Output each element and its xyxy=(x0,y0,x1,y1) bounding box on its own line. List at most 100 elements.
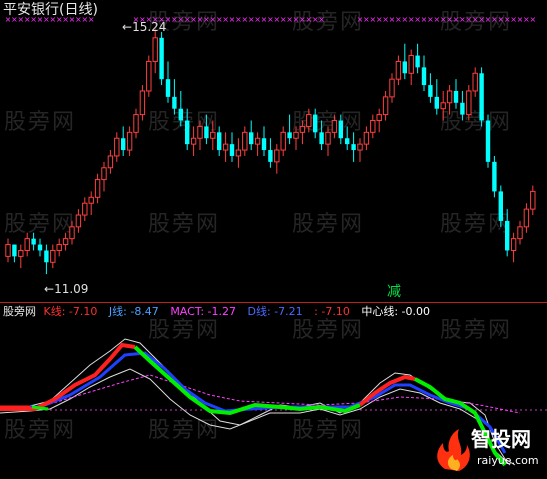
logo-url: raiyue.com xyxy=(477,454,539,467)
candle-body-down xyxy=(172,96,177,109)
candle-body-up xyxy=(357,143,363,151)
candle-body-up xyxy=(235,149,242,157)
indicator-name: 股旁网 xyxy=(3,305,36,318)
legend-j-label: J线 xyxy=(108,305,124,318)
legend-k: K线: -7.10 xyxy=(43,305,98,318)
low-price-label: ←11.09 xyxy=(44,283,88,295)
candle-body-up xyxy=(18,249,24,257)
signal-label: 减 xyxy=(387,284,401,300)
high-price-value: 15.24 xyxy=(132,20,167,34)
candle-body-up xyxy=(197,125,203,139)
candle-body-down xyxy=(415,55,420,68)
candle-body-up xyxy=(62,238,69,246)
legend-k2-value: -7.10 xyxy=(321,305,350,318)
candle-body-up xyxy=(126,131,133,151)
candle-body-down xyxy=(428,85,433,97)
candle-body-down xyxy=(12,244,17,257)
candle-body-down xyxy=(268,150,273,162)
candle-body-down xyxy=(165,79,171,97)
candle-body-up xyxy=(101,167,107,181)
candle-body-up xyxy=(472,72,478,92)
candle-body-down xyxy=(345,138,350,145)
candlestick-chart: × × × × × × × × × × × × × × × × × × × × × × × × × × × × × × × × × × × × × × × ×… xyxy=(5,15,536,275)
legend-j: J线: -8.47 xyxy=(108,305,159,318)
legend-d-label: D线 xyxy=(247,305,267,318)
candle-body-up xyxy=(440,102,446,110)
high-price-marker: ← xyxy=(122,20,133,34)
legend-center: 中心线: -0.00 xyxy=(361,305,430,318)
candle-body-up xyxy=(306,114,312,127)
k-line-falling xyxy=(133,345,361,416)
legend-k-label: K线 xyxy=(43,305,62,318)
candle-body-up xyxy=(293,131,299,139)
candle-body-up xyxy=(331,120,338,133)
candle-body-down xyxy=(485,120,491,162)
candle-body-down xyxy=(287,132,292,139)
legend-k-value: -7.10 xyxy=(68,305,98,318)
logo-brand: 智投网 xyxy=(471,427,531,451)
candle-body-up xyxy=(5,244,11,257)
candle-body-up xyxy=(56,244,62,251)
candle-body-up xyxy=(382,96,389,116)
candle-body-up xyxy=(299,125,306,133)
candle-body-down xyxy=(249,132,254,145)
stock-chart-window: 股旁网 股旁网 股旁网 股旁网 股旁网 股旁网 股旁网 股旁网 股旁网 股旁网 … xyxy=(0,0,547,479)
price-pane[interactable]: × × × × × × × × × × × × × × × × × × × × × × × × × × × × × × × × × × × × × × × ×… xyxy=(0,0,547,303)
candle-body-up xyxy=(94,179,101,198)
candle-body-up xyxy=(446,90,453,104)
candle-body-up xyxy=(133,114,139,133)
candle-body-down xyxy=(505,220,510,251)
candle-body-up xyxy=(114,137,120,157)
legend-d-value: -7.21 xyxy=(274,305,303,318)
candle-body-up xyxy=(363,131,370,145)
candle-body-down xyxy=(159,37,164,80)
candle-body-up xyxy=(370,120,376,133)
legend-j-value: -8.47 xyxy=(130,305,159,318)
candle-body-down xyxy=(402,61,407,74)
candle-body-up xyxy=(210,131,216,139)
candle-body-down xyxy=(261,138,267,151)
candle-body-down xyxy=(178,108,183,121)
candle-body-up xyxy=(88,196,94,204)
candle-body-down xyxy=(204,126,209,139)
candle-body-up xyxy=(107,155,114,169)
candle-body-down xyxy=(217,132,222,151)
candle-body-down xyxy=(434,96,439,109)
candle-body-up xyxy=(280,131,286,151)
candle-body-down xyxy=(338,120,343,139)
candle-body-up xyxy=(242,131,248,151)
legend-mact-label: MACT xyxy=(170,305,201,318)
legend-k2: : -7.10 xyxy=(314,305,350,318)
candle-body-down xyxy=(185,120,190,145)
candle-body-up xyxy=(222,143,229,151)
candle-body-up xyxy=(24,238,30,251)
candle-body-down xyxy=(37,244,43,251)
k-line-start-green xyxy=(31,405,49,411)
candle-body-up xyxy=(254,137,261,145)
candle-body-up xyxy=(139,90,146,116)
candle-body-up xyxy=(146,60,152,92)
candle-body-down xyxy=(121,138,126,151)
candle-body-up xyxy=(395,60,402,80)
candle-body-up xyxy=(376,114,382,122)
candle-body-up xyxy=(69,226,75,240)
legend-mact-value: -1.27 xyxy=(207,305,236,318)
candle-body-up xyxy=(75,214,82,228)
candle-body-up xyxy=(190,137,197,145)
signal-cross-mark: × xyxy=(529,15,536,24)
candle-body-up xyxy=(510,238,517,251)
candle-body-up xyxy=(408,55,414,74)
candle-body-up xyxy=(389,78,395,98)
d-line xyxy=(0,351,507,454)
k-line-rising xyxy=(0,342,136,411)
site-logo: 智投网 raiyue.com xyxy=(431,425,541,473)
indicator-legend: 股旁网 K线: -7.10 J线: -8.47 MACT: -1.27 D线: … xyxy=(3,306,430,317)
candle-body-down xyxy=(31,238,36,245)
candle-body-down xyxy=(319,132,324,145)
candle-body-up xyxy=(325,131,331,145)
legend-d: D线: -7.21 xyxy=(247,305,303,318)
candle-body-down xyxy=(460,102,465,115)
low-price-value: 11.09 xyxy=(54,282,89,296)
candle-body-up xyxy=(50,249,56,263)
candle-body-up xyxy=(466,90,472,116)
